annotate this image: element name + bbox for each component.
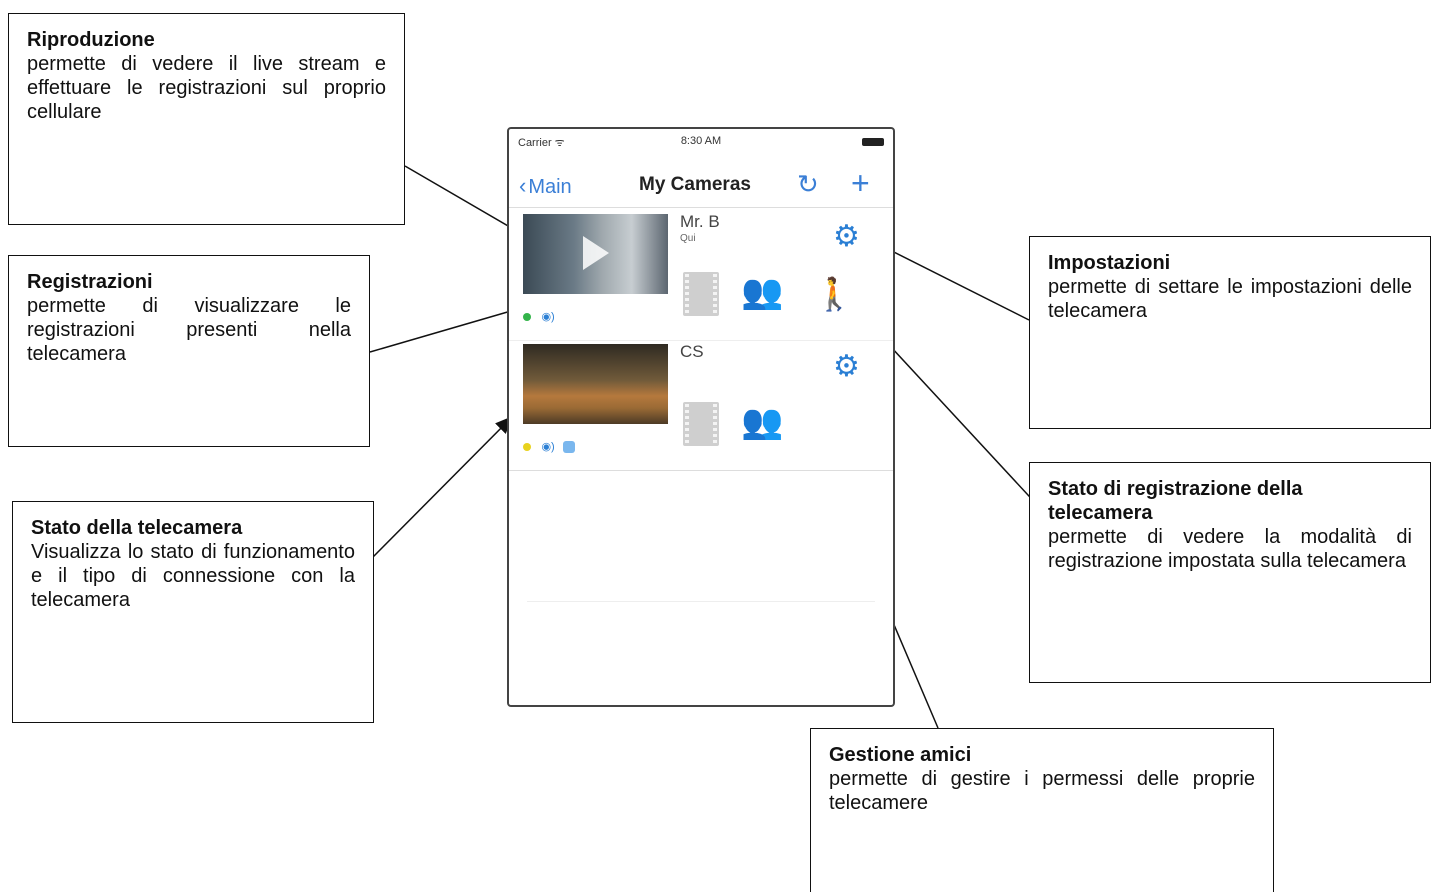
connection-icon: ◉) <box>541 441 555 454</box>
play-icon[interactable] <box>583 236 609 270</box>
camera-thumbnail[interactable] <box>523 344 668 424</box>
friends-icon[interactable]: 👥 <box>741 402 783 442</box>
relay-icon <box>563 440 576 453</box>
page-title: My Cameras <box>639 174 751 195</box>
callout-stato-telecamera: Stato della telecamera Visualizza lo sta… <box>12 501 374 723</box>
gear-icon[interactable]: ⚙ <box>833 352 860 382</box>
camera-name: CS <box>680 342 704 361</box>
film-icon[interactable] <box>683 272 719 316</box>
callout-description: permette di gestire i permessi delle pro… <box>829 768 1255 814</box>
callout-gestione-amici: Gestione amici permette di gestire i per… <box>810 728 1274 892</box>
callout-description: permette di vedere la modalità di regist… <box>1048 526 1412 572</box>
camera-thumbnail[interactable] <box>523 214 668 294</box>
connector-stato-telecamera <box>372 415 514 558</box>
gear-icon[interactable]: ⚙ <box>833 222 860 252</box>
connection-icon: ◉) <box>541 311 555 324</box>
callout-description: permette di visualizzare le registrazion… <box>27 295 351 365</box>
back-button[interactable]: ‹ Main <box>519 173 572 199</box>
callout-description: Visualizza lo stato di funzionamento e i… <box>31 541 355 611</box>
phone-screen: Carrier ᯤ 8:30 AM ‹ Main My Cameras ↻ + M… <box>507 127 895 707</box>
callout-description: permette di vedere il live stream e effe… <box>27 53 386 123</box>
callout-impostazioni: Impostazioni permette di settare le impo… <box>1029 236 1431 429</box>
plus-icon[interactable]: + <box>851 165 870 202</box>
film-icon[interactable] <box>683 402 719 446</box>
callout-title: Impostazioni <box>1048 252 1171 274</box>
nav-bar: ‹ Main My Cameras ↻ + <box>509 163 893 208</box>
callout-stato-registrazione: Stato di registrazione della telecamera … <box>1029 462 1431 683</box>
camera-subtitle: Qui <box>680 233 696 244</box>
back-label: Main <box>528 176 572 198</box>
online-status-dot <box>523 312 531 321</box>
callout-title: Gestione amici <box>829 744 972 766</box>
status-row: ◉) <box>523 438 576 456</box>
callout-description: permette di settare le impostazioni dell… <box>1048 276 1412 322</box>
camera-row: Mr. B Qui ⚙ 👥 🚶 ◉) <box>509 212 893 341</box>
list-divider <box>527 601 875 602</box>
status-bar: Carrier ᯤ 8:30 AM <box>509 129 893 159</box>
callout-title: Stato della telecamera <box>31 517 243 539</box>
clock: 8:30 AM <box>680 135 722 147</box>
camera-name: Mr. B <box>680 212 720 231</box>
friends-icon[interactable]: 👥 <box>741 272 783 312</box>
camera-row: CS ⚙ 👥 ◉) <box>509 342 893 471</box>
battery-icon <box>862 138 884 146</box>
callout-title: Registrazioni <box>27 271 153 293</box>
online-status-dot <box>523 442 531 451</box>
motion-walker-icon: 🚶 <box>814 276 854 312</box>
refresh-icon[interactable]: ↻ <box>797 169 819 200</box>
status-row: ◉) <box>523 308 559 326</box>
chevron-left-icon: ‹ <box>519 173 527 198</box>
callout-title: Stato di registrazione della telecamera <box>1048 478 1303 524</box>
callout-title: Riproduzione <box>27 29 155 51</box>
callout-registrazioni: Registrazioni permette di visualizzare l… <box>8 255 370 447</box>
callout-riproduzione: Riproduzione permette di vedere il live … <box>8 13 405 225</box>
